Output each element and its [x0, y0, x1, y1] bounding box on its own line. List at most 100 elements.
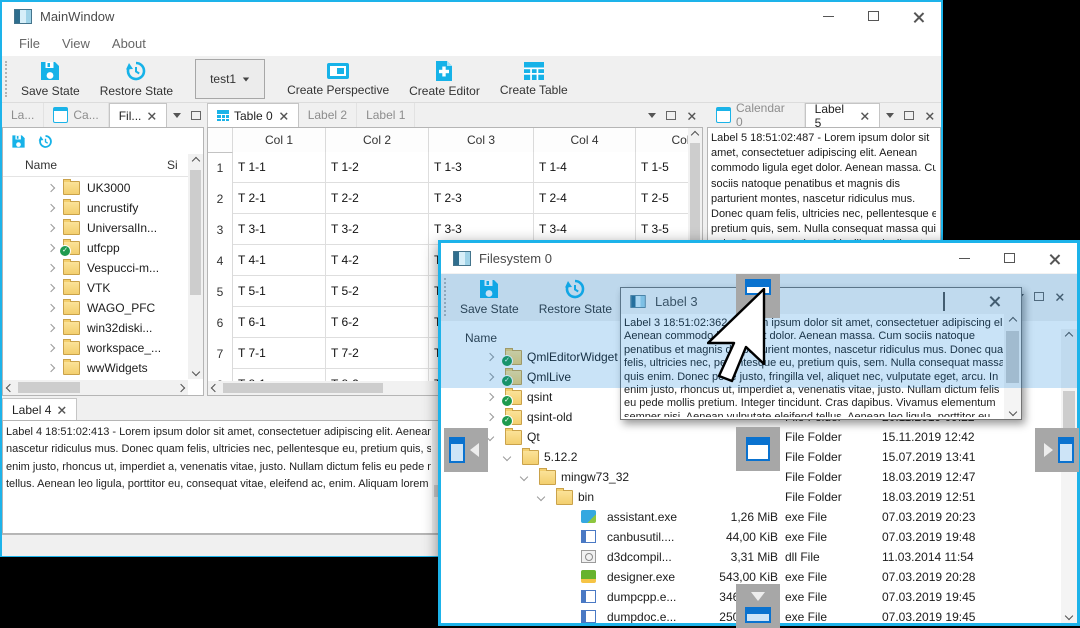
menu-item[interactable]: File [8, 36, 51, 51]
tab-calendar[interactable]: Ca... [44, 103, 109, 127]
tree-item[interactable]: win32diski... [3, 318, 188, 338]
tab-close-icon[interactable] [861, 112, 869, 120]
menu-item[interactable]: View [51, 36, 101, 51]
maximize-button[interactable] [851, 2, 896, 30]
dock-indicator-center[interactable] [736, 427, 780, 471]
tab-menu-icon[interactable] [173, 112, 182, 118]
left-tree-hscrollbar[interactable] [3, 380, 188, 395]
chevron-right-icon[interactable] [46, 303, 56, 313]
file-row[interactable]: canbusutil.... 44,00 KiB exe File 07.03.… [441, 527, 1077, 547]
tab-menu-icon[interactable] [886, 112, 894, 118]
table-cell[interactable]: T 2-3 [429, 183, 534, 214]
column-header[interactable]: Col 1 [233, 128, 326, 152]
table-cell[interactable]: T 5-2 [326, 276, 429, 307]
name-column-header[interactable]: Name [25, 158, 57, 172]
scroll-down-icon[interactable] [1008, 407, 1017, 417]
tree-item[interactable]: UniversalIn... [3, 218, 188, 238]
tab-close-icon[interactable] [58, 406, 66, 414]
table-cell[interactable]: T 4-2 [326, 245, 429, 276]
tab-menu-icon[interactable] [648, 112, 656, 118]
tree-item[interactable]: workspace_... [3, 338, 188, 358]
filesystem-title-bar[interactable]: Filesystem 0 [441, 243, 1077, 273]
table-cell[interactable]: T 2-4 [534, 183, 636, 214]
tree-item[interactable]: UK3000 [3, 178, 188, 198]
row-number[interactable]: 2 [208, 184, 233, 215]
column-header[interactable]: Col 2 [326, 128, 429, 152]
tab-label5[interactable]: Label 5 [804, 102, 880, 130]
scroll-left-icon[interactable] [5, 383, 15, 392]
tree-chevron-icon[interactable] [485, 392, 495, 402]
table-cell[interactable]: T 2-1 [233, 183, 326, 214]
chevron-right-icon[interactable] [46, 183, 56, 193]
save-icon[interactable] [11, 134, 26, 149]
menu-item[interactable]: About [101, 36, 157, 51]
dock-close-icon[interactable] [926, 111, 934, 119]
file-row[interactable]: d3dcompil... 3,31 MiB dll File 11.03.201… [441, 547, 1077, 567]
tab-label0[interactable]: La... [2, 103, 45, 127]
tab-close-icon[interactable] [279, 112, 287, 120]
undock-icon[interactable] [904, 107, 917, 120]
tree-item[interactable]: Vespucci-m... [3, 258, 188, 278]
table-cell[interactable]: T 1-4 [534, 152, 636, 183]
row-number[interactable]: 4 [208, 246, 233, 277]
perspective-combo[interactable]: test1 [195, 59, 266, 99]
tree-item[interactable]: wwWidgets [3, 358, 188, 378]
table-cell[interactable]: T 1-3 [429, 152, 534, 183]
scroll-up-icon[interactable] [191, 156, 200, 166]
save-state-button[interactable]: Save State [11, 56, 90, 102]
chevron-right-icon[interactable] [46, 343, 56, 353]
file-row[interactable]: assistant.exe 1,26 MiB exe File 07.03.20… [441, 507, 1077, 527]
label4-body[interactable]: Label 4 18:51:02:413 - Lorem ipsum dolor… [2, 420, 447, 534]
table-cell[interactable]: T 8-1 [233, 369, 326, 381]
dock-close-icon[interactable] [688, 111, 696, 119]
dock-indicator-bottom[interactable] [736, 584, 780, 628]
restore-icon[interactable] [38, 134, 53, 149]
dock-indicator-right[interactable] [1035, 428, 1079, 472]
tab-filesystem[interactable]: Fil... [108, 103, 168, 127]
left-tree-vscrollbar[interactable] [188, 154, 203, 379]
tab-close-icon[interactable] [148, 112, 156, 120]
minimize-button[interactable] [806, 2, 851, 30]
restore-state-button[interactable]: Restore State [90, 56, 183, 102]
create-perspective-button[interactable]: Create Perspective [277, 56, 399, 102]
column-header[interactable]: Col 4 [534, 128, 636, 152]
chevron-right-icon[interactable] [46, 283, 56, 293]
table-cell[interactable]: T 8-2 [326, 369, 429, 381]
dock-indicator-left[interactable] [444, 428, 488, 472]
tab-calendar0[interactable]: Calendar 0 [707, 101, 805, 129]
table-cell[interactable]: T 6-2 [326, 307, 429, 338]
scroll-down-icon[interactable] [191, 367, 200, 377]
row-number[interactable]: 5 [208, 277, 233, 308]
close-button[interactable] [896, 2, 941, 30]
row-number[interactable]: 1 [208, 153, 233, 184]
chevron-right-icon[interactable] [46, 323, 56, 333]
size-column-header[interactable]: Si [167, 158, 178, 172]
tree-chevron-icon[interactable] [536, 492, 546, 502]
tree-chevron-icon[interactable] [502, 452, 512, 462]
column-header[interactable]: Col 3 [429, 128, 534, 152]
create-editor-button[interactable]: Create Editor [399, 56, 490, 102]
tree-item[interactable]: WAGO_PFC [3, 298, 188, 318]
table-cell[interactable]: T 5-1 [233, 276, 326, 307]
tab-label4[interactable]: Label 4 [2, 398, 78, 420]
scroll-right-icon[interactable] [176, 383, 186, 392]
tab-label1[interactable]: Label 1 [357, 103, 416, 127]
table-cell[interactable]: T 4-1 [233, 245, 326, 276]
chevron-right-icon[interactable] [46, 203, 56, 213]
tab-table0[interactable]: Table 0 [207, 103, 299, 127]
close-button[interactable] [1032, 243, 1077, 273]
tab-label2[interactable]: Label 2 [299, 103, 358, 127]
table-cell[interactable]: T 1-1 [233, 152, 326, 183]
scroll-down-icon[interactable] [1064, 611, 1074, 621]
tree-item[interactable]: VTK [3, 278, 188, 298]
table-cell[interactable]: T 6-1 [233, 307, 326, 338]
table-cell[interactable]: T 3-1 [233, 214, 326, 245]
toolbar-handle[interactable] [5, 61, 7, 97]
chevron-right-icon[interactable] [46, 243, 56, 253]
chevron-right-icon[interactable] [46, 223, 56, 233]
row-number[interactable]: 7 [208, 339, 233, 370]
maximize-button[interactable] [987, 243, 1032, 273]
tree-chevron-icon[interactable] [519, 472, 529, 482]
scroll-left-icon[interactable] [210, 383, 220, 393]
table-cell[interactable]: T 2-2 [326, 183, 429, 214]
